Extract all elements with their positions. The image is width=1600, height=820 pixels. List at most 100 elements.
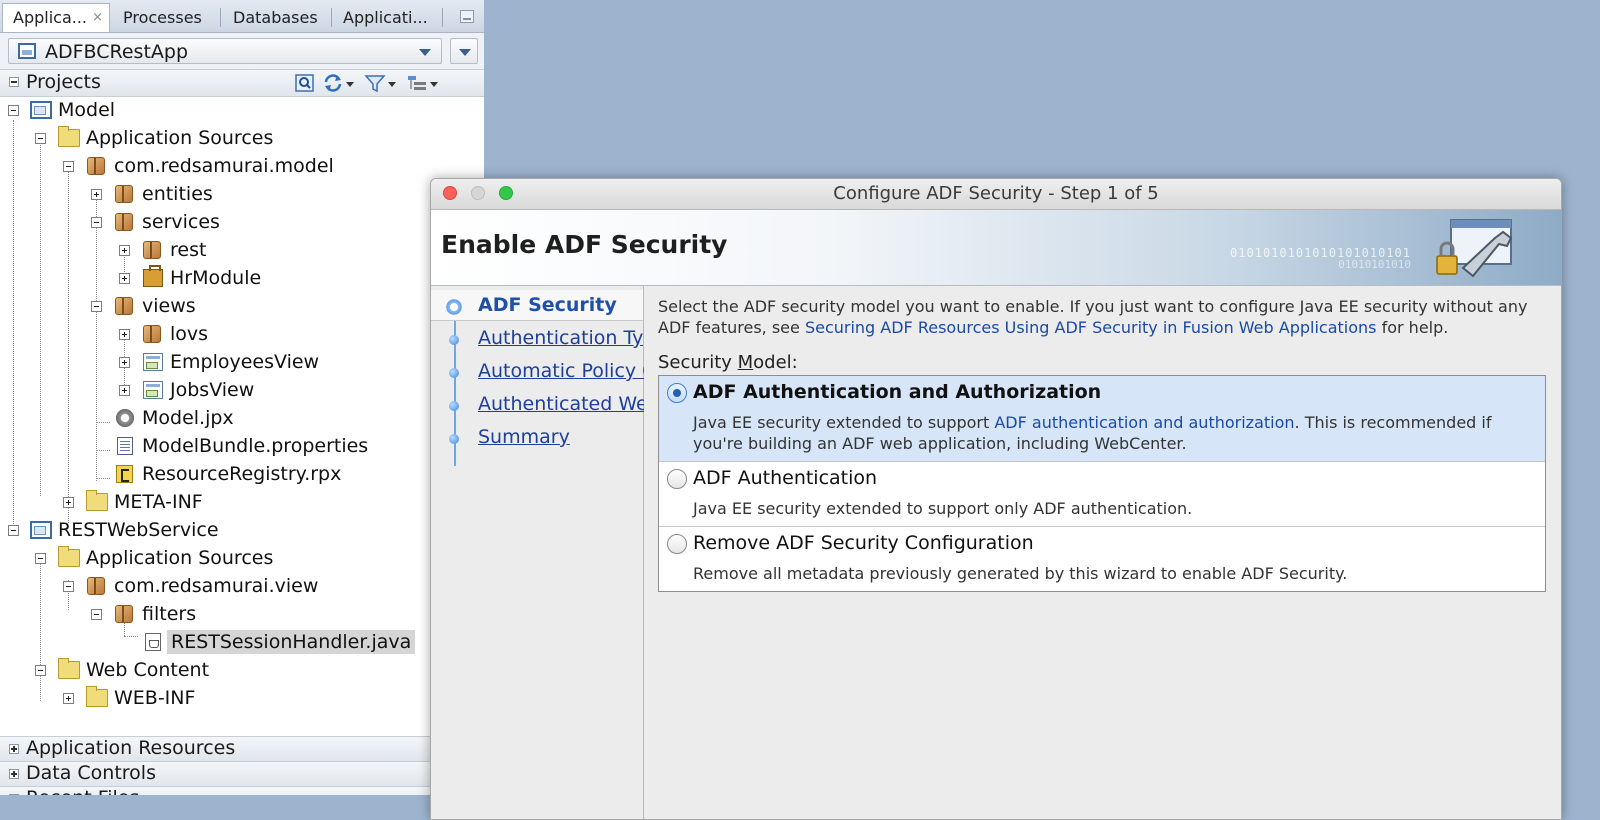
expand-icon[interactable] <box>9 744 19 754</box>
tree-node[interactable]: JobsView <box>0 377 484 403</box>
intro-text: Select the ADF security model you want t… <box>658 296 1538 338</box>
collapse-icon[interactable] <box>91 609 102 620</box>
tree-node[interactable]: HrModule <box>0 265 484 291</box>
collapse-icon[interactable] <box>63 581 74 592</box>
tree-node-label: ModelBundle.properties <box>142 435 369 457</box>
page-title: Enable ADF Security <box>441 230 728 259</box>
collapse-icon[interactable] <box>35 553 46 564</box>
search-icon[interactable] <box>294 73 316 93</box>
tree-node[interactable]: rest <box>0 237 484 263</box>
expand-icon[interactable] <box>119 273 130 284</box>
dialog-title-bar[interactable]: Configure ADF Security - Step 1 of 5 <box>431 179 1561 210</box>
project-tree: Model Application Sources com.redsamurai… <box>0 96 484 716</box>
minimize-icon[interactable] <box>460 10 474 23</box>
security-model-label: Security Model: <box>658 352 798 373</box>
tree-node[interactable]: ResourceRegistry.rpx <box>0 461 484 487</box>
tree-node[interactable]: META-INF <box>0 489 484 515</box>
step-icon <box>449 335 459 345</box>
tree-node-selected[interactable]: RESTSessionHandler.java <box>0 629 484 655</box>
expand-icon[interactable] <box>63 497 74 508</box>
application-selector[interactable]: ADFBCRestApp <box>8 38 442 64</box>
tree-node[interactable]: views <box>0 293 484 319</box>
expand-icon[interactable] <box>119 357 130 368</box>
collapse-icon[interactable] <box>35 665 46 676</box>
option-remove-adf-security[interactable]: Remove ADF Security Configuration Remove… <box>659 527 1545 591</box>
package-icon <box>87 577 105 595</box>
data-controls-panel[interactable]: Data Controls <box>0 761 484 786</box>
collapse-icon[interactable] <box>8 525 19 536</box>
collapse-icon[interactable] <box>91 217 102 228</box>
step-adf-security[interactable]: ADF Security <box>431 290 643 320</box>
tree-node-label: Model.jpx <box>142 407 234 429</box>
chevron-down-icon[interactable] <box>346 82 354 87</box>
mnemonic: M <box>737 352 754 373</box>
tree-node-label: com.redsamurai.view <box>114 575 319 597</box>
filter-icon[interactable] <box>364 73 386 93</box>
radio-button-selected[interactable] <box>667 383 687 403</box>
adf-auth-link[interactable]: ADF authentication and authorization <box>994 413 1294 432</box>
tree-node-label: Application Sources <box>86 547 274 569</box>
application-resources-panel[interactable]: Application Resources <box>0 736 484 761</box>
current-step-icon <box>445 298 463 316</box>
tree-node[interactable]: Model.jpx <box>0 405 484 431</box>
tree-node[interactable]: lovs <box>0 321 484 347</box>
collapse-icon[interactable] <box>8 105 19 116</box>
chevron-down-icon[interactable] <box>430 82 438 87</box>
expand-icon[interactable] <box>63 693 74 704</box>
tree-node[interactable]: WEB-INF <box>0 685 484 711</box>
tree-node[interactable]: Model <box>0 97 484 123</box>
security-tools-icon <box>1436 219 1513 278</box>
application-navigator: Applica... × Processes Databases Applica… <box>0 0 484 795</box>
tab-divider <box>442 8 443 27</box>
view-object-icon <box>143 381 163 399</box>
tab-divider <box>220 8 221 27</box>
close-icon[interactable]: × <box>92 4 103 31</box>
collapse-icon[interactable] <box>91 301 102 312</box>
tab-databases[interactable]: Databases <box>223 4 328 31</box>
tree-node[interactable]: services <box>0 209 484 235</box>
collapse-icon[interactable] <box>63 161 74 172</box>
tree-node-label: entities <box>142 183 213 205</box>
expand-icon[interactable] <box>9 769 19 779</box>
tab-applications-label: Applica... <box>13 8 88 27</box>
option-adf-authentication-authorization[interactable]: ADF Authentication and Authorization Jav… <box>659 376 1545 462</box>
help-link[interactable]: Securing ADF Resources Using ADF Securit… <box>805 318 1377 337</box>
package-icon <box>87 157 105 175</box>
tree-node[interactable]: Application Sources <box>0 545 484 571</box>
chevron-down-icon[interactable] <box>388 82 396 87</box>
step-summary[interactable]: Summary <box>431 422 643 452</box>
tree-node[interactable]: com.redsamurai.view <box>0 573 484 599</box>
radio-button[interactable] <box>667 469 687 489</box>
step-authentication-type[interactable]: Authentication Type <box>431 323 667 353</box>
tree-node[interactable]: com.redsamurai.model <box>0 153 484 179</box>
package-icon <box>115 185 133 203</box>
tree-node[interactable]: filters <box>0 601 484 627</box>
recent-files-panel[interactable]: Recent Files <box>0 786 484 795</box>
option-adf-authentication[interactable]: ADF Authentication Java EE security exte… <box>659 462 1545 527</box>
tree-node[interactable]: Web Content <box>0 657 484 683</box>
expand-icon[interactable] <box>119 329 130 340</box>
step-automatic-policy-grants[interactable]: Automatic Policy Grants <box>431 356 706 386</box>
application-menu-button[interactable] <box>450 38 478 64</box>
projects-panel-header[interactable]: Projects <box>0 69 484 97</box>
refresh-icon[interactable] <box>322 73 344 93</box>
collapse-icon[interactable] <box>9 77 19 87</box>
tree-node[interactable]: entities <box>0 181 484 207</box>
tree-node[interactable]: Application Sources <box>0 125 484 151</box>
tab-processes[interactable]: Processes <box>113 4 217 31</box>
expand-icon[interactable] <box>91 189 102 200</box>
step-authenticated-welcome[interactable]: Authenticated Welcome <box>431 389 705 419</box>
tab-application-servers[interactable]: Applicati... <box>333 4 441 31</box>
working-sets-icon[interactable] <box>406 73 428 93</box>
expand-icon[interactable] <box>119 385 130 396</box>
wizard-header-banner: Enable ADF Security 01010101010101010101… <box>431 210 1561 286</box>
expand-icon[interactable] <box>119 245 130 256</box>
tree-node[interactable]: EmployeesView <box>0 349 484 375</box>
folder-icon <box>86 490 108 511</box>
tab-applications[interactable]: Applica... × <box>2 3 110 32</box>
tree-node[interactable]: ModelBundle.properties <box>0 433 484 459</box>
tree-node[interactable]: RESTWebService <box>0 517 484 543</box>
radio-button[interactable] <box>667 534 687 554</box>
collapse-icon[interactable] <box>35 133 46 144</box>
tree-node-label: lovs <box>170 323 209 345</box>
